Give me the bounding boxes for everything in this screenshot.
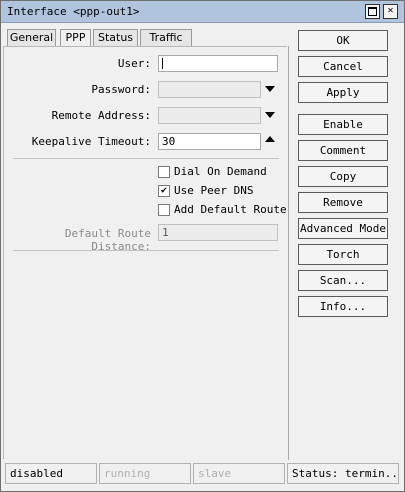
chevron-down-icon[interactable] [265,86,275,92]
maximize-icon [368,7,377,16]
panel-divider [288,46,289,460]
scan-button[interactable]: Scan... [298,270,388,291]
close-button[interactable]: ✕ [383,4,398,19]
text-cursor [162,58,163,69]
status-bar: disabled running slave Status: termin... [3,463,401,485]
interface-window: Interface <ppp-out1> ✕ General PPP Statu… [0,0,405,492]
section-divider [13,158,279,159]
close-icon: ✕ [387,5,394,16]
window-title: Interface <ppp-out1> [7,5,140,18]
dial-on-demand-label: Dial On Demand [174,165,267,178]
checkmark-icon: ✔ [160,185,168,196]
tab-status[interactable]: Status [93,29,138,47]
info-button[interactable]: Info... [298,296,388,317]
remove-button[interactable]: Remove [298,192,388,213]
tab-traffic[interactable]: Traffic [140,29,192,47]
copy-button[interactable]: Copy [298,166,388,187]
status-running: running [99,463,191,484]
password-label: Password: [91,83,151,96]
status-text: Status: termin... [287,463,399,484]
ok-button[interactable]: OK [298,30,388,51]
comment-button[interactable]: Comment [298,140,388,161]
remote-address-label: Remote Address: [51,109,151,122]
enable-button[interactable]: Enable [298,114,388,135]
default-route-distance-input[interactable]: 1 [158,224,278,241]
apply-button[interactable]: Apply [298,82,388,103]
password-input[interactable] [158,81,261,98]
remote-address-input[interactable] [158,107,261,124]
user-label: User: [117,57,151,70]
use-peer-dns-label: Use Peer DNS [174,184,254,197]
torch-button[interactable]: Torch [298,244,388,265]
add-default-route-checkbox[interactable] [158,204,170,216]
add-default-route-label: Add Default Route [174,203,287,216]
keepalive-timeout-label: Keepalive Timeout: [31,135,151,148]
tab-general[interactable]: General [7,29,56,47]
chevron-down-icon[interactable] [265,112,275,118]
section-divider [13,250,279,251]
dial-on-demand-checkbox[interactable] [158,166,170,178]
advanced-mode-button[interactable]: Advanced Mode [298,218,388,239]
user-input[interactable] [158,55,278,72]
chevron-up-icon[interactable] [265,136,275,142]
status-slave: slave [193,463,285,484]
title-bar[interactable]: Interface <ppp-out1> ✕ [1,1,404,23]
keepalive-timeout-input[interactable]: 30 [158,133,261,150]
status-state: disabled [5,463,97,484]
use-peer-dns-checkbox[interactable]: ✔ [158,185,170,197]
cancel-button[interactable]: Cancel [298,56,388,77]
maximize-button[interactable] [365,4,380,19]
